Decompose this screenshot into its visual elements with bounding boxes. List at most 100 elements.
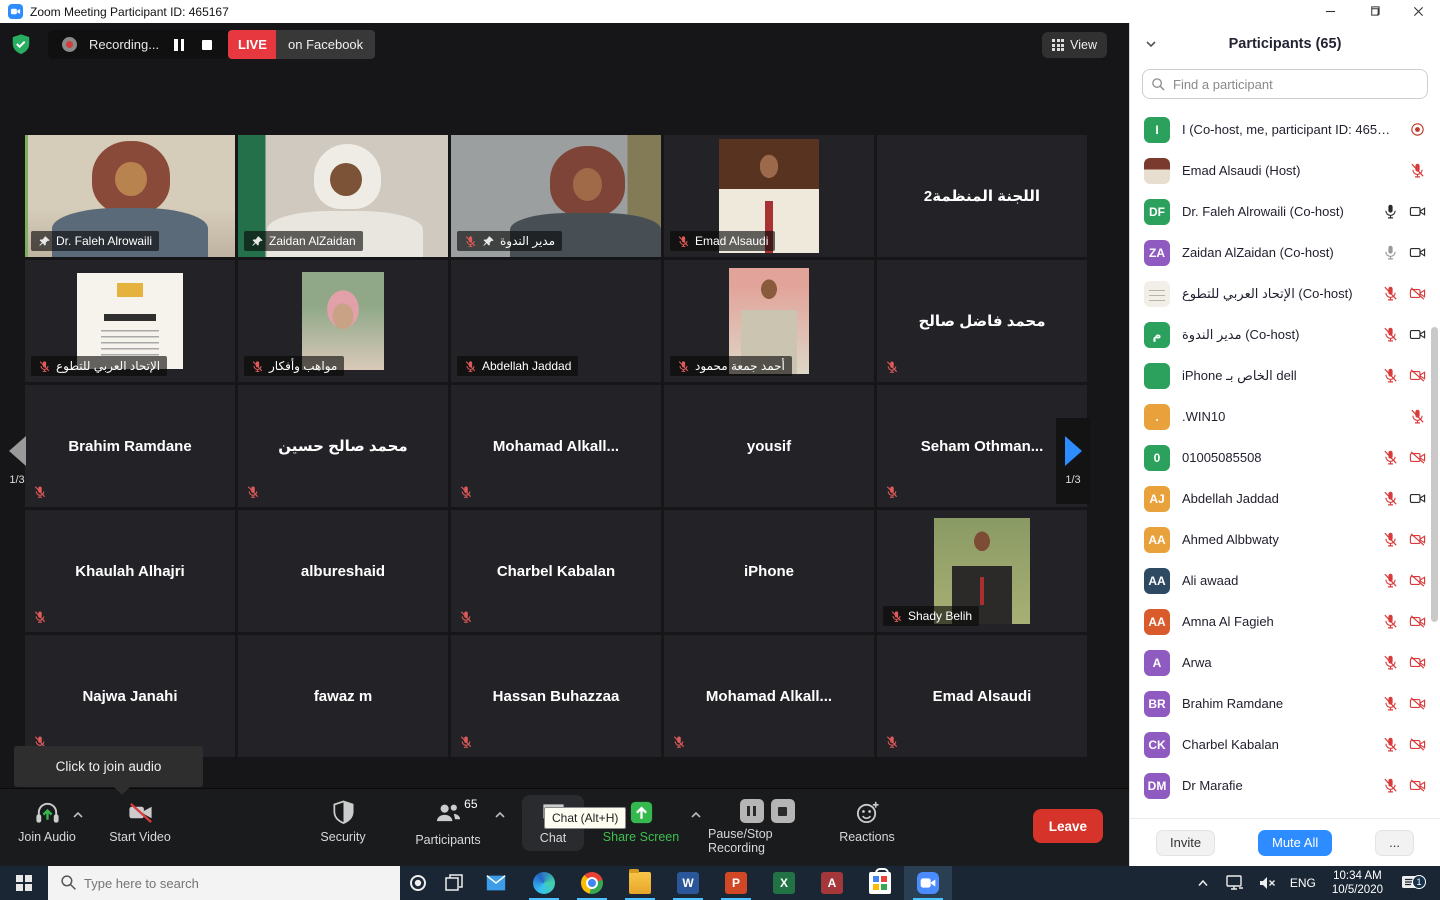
mail-taskbar-icon[interactable] (472, 866, 520, 900)
start-button[interactable] (0, 866, 48, 900)
participant-row[interactable]: I I (Co-host, me, participant ID: 465167… (1130, 109, 1440, 150)
video-tile[interactable]: Brahim Ramdane (25, 385, 235, 507)
stop-recording-icon[interactable] (771, 799, 795, 823)
video-tile[interactable]: اللجنة المنظمة2 (877, 135, 1087, 257)
stop-recording-icon[interactable] (199, 37, 215, 53)
cortana-icon[interactable] (400, 866, 436, 900)
mute-all-button[interactable]: Mute All (1258, 830, 1332, 856)
participants-options-chevron[interactable] (494, 811, 506, 819)
powerpoint-taskbar-icon[interactable]: P (712, 866, 760, 900)
leave-button[interactable]: Leave (1033, 809, 1103, 843)
zoom-taskbar-icon[interactable] (904, 866, 952, 900)
video-tile[interactable]: Hassan Buhazzaa (451, 635, 661, 757)
access-icon: A (821, 872, 843, 894)
participant-row[interactable]: iPhone الخاص بـ dell (1130, 355, 1440, 396)
store-taskbar-icon[interactable] (856, 866, 904, 900)
participant-face (115, 162, 147, 196)
video-tile[interactable]: الإتحاد العربي للتطوع (25, 260, 235, 382)
pause-recording-icon[interactable] (740, 799, 764, 823)
video-tile[interactable]: yousif (664, 385, 874, 507)
participant-row[interactable]: ZA Zaidan AlZaidan (Co-host) (1130, 232, 1440, 273)
video-tile[interactable]: Mohamad Alkall... (451, 385, 661, 507)
excel-taskbar-icon[interactable]: X (760, 866, 808, 900)
participant-row[interactable]: AJ Abdellah Jaddad (1130, 478, 1440, 519)
participant-row[interactable]: CK Charbel Kabalan (1130, 724, 1440, 765)
mic-muted-icon (1382, 613, 1399, 630)
collapse-panel-chevron-icon[interactable] (1144, 37, 1158, 51)
participant-row[interactable]: Emad Alsaudi (Host) (1130, 150, 1440, 191)
access-taskbar-icon[interactable]: A (808, 866, 856, 900)
taskbar-search-input[interactable] (48, 866, 400, 900)
avatar (1144, 158, 1170, 184)
participant-row[interactable]: AA Amna Al Fagieh (1130, 601, 1440, 642)
video-tile[interactable]: Emad Alsaudi (877, 635, 1087, 757)
minimize-icon[interactable] (1308, 0, 1352, 23)
participants-button[interactable]: 65 Participants (408, 799, 488, 847)
previous-page-arrow[interactable]: 1/3 (0, 418, 34, 504)
explorer-taskbar-icon[interactable] (616, 866, 664, 900)
invite-button[interactable]: Invite (1156, 830, 1215, 856)
reactions-button[interactable]: Reactions (834, 799, 900, 844)
video-tile[interactable]: Charbel Kabalan (451, 510, 661, 632)
scrollbar-thumb[interactable] (1431, 327, 1438, 622)
pause-stop-recording-button[interactable]: Pause/Stop Recording (708, 799, 826, 855)
video-tile[interactable]: fawaz m (238, 635, 448, 757)
avatar: DM (1144, 773, 1170, 799)
participant-list[interactable]: I I (Co-host, me, participant ID: 465167… (1130, 109, 1440, 818)
video-tile[interactable]: albureshaid (238, 510, 448, 632)
next-page-arrow[interactable]: 1/3 (1056, 418, 1090, 504)
audio-options-chevron[interactable] (72, 811, 84, 819)
participant-row[interactable]: AA Ahmed Albbwaty (1130, 519, 1440, 560)
pause-recording-icon[interactable] (171, 37, 187, 53)
muted-mic-indicator (885, 735, 899, 749)
system-tray: ENG 10:34 AM 10/5/2020 1 (1188, 866, 1440, 900)
volume-muted-icon[interactable] (1252, 875, 1282, 891)
participant-row[interactable]: AA Ali awaad (1130, 560, 1440, 601)
chrome-taskbar-icon[interactable] (568, 866, 616, 900)
share-options-chevron[interactable] (690, 811, 702, 819)
join-audio-button[interactable]: Join Audio (14, 799, 80, 844)
participant-row[interactable]: BR Brahim Ramdane (1130, 683, 1440, 724)
show-hidden-icons-chevron[interactable] (1188, 879, 1218, 887)
video-tile[interactable]: Shady Belih (877, 510, 1087, 632)
taskbar-search[interactable] (48, 866, 400, 900)
participant-row[interactable]: A Arwa (1130, 642, 1440, 683)
video-tile[interactable]: Mohamad Alkall... (664, 635, 874, 757)
language-indicator[interactable]: ENG (1284, 876, 1322, 890)
video-tile[interactable]: Zaidan AlZaidan (238, 135, 448, 257)
muted-mic-icon (885, 360, 899, 374)
video-tile[interactable]: أحمد جمعة محمود (664, 260, 874, 382)
start-video-button[interactable]: Start Video (102, 799, 178, 844)
participant-row[interactable]: DF Dr. Faleh Alrowaili (Co-host) (1130, 191, 1440, 232)
video-tile[interactable]: Emad Alsaudi (664, 135, 874, 257)
video-tile[interactable]: Dr. Faleh Alrowaili (25, 135, 235, 257)
avatar: AA (1144, 527, 1170, 553)
action-center-icon[interactable]: 1 (1393, 875, 1427, 891)
video-tile[interactable]: Abdellah Jaddad (451, 260, 661, 382)
encryption-shield-icon[interactable] (10, 33, 32, 55)
participant-row[interactable]: DM Dr Marafie (1130, 765, 1440, 806)
video-tile[interactable]: مواهب وأفكار (238, 260, 448, 382)
maximize-icon[interactable] (1352, 0, 1396, 23)
task-view-icon[interactable] (436, 866, 472, 900)
security-button[interactable]: Security (310, 799, 376, 844)
search-input[interactable] (1142, 69, 1428, 99)
video-tile[interactable]: محمد فاضل صالح (877, 260, 1087, 382)
video-tile[interactable]: Khaulah Alhajri (25, 510, 235, 632)
view-button[interactable]: View (1042, 32, 1107, 58)
more-options-button[interactable]: ... (1375, 830, 1414, 856)
video-tile[interactable]: iPhone (664, 510, 874, 632)
network-icon[interactable] (1220, 875, 1250, 891)
muted-mic-icon (33, 610, 47, 624)
participant-row[interactable]: . .WIN10 (1130, 396, 1440, 437)
edge-taskbar-icon[interactable] (520, 866, 568, 900)
word-taskbar-icon[interactable]: W (664, 866, 712, 900)
taskbar-clock[interactable]: 10:34 AM 10/5/2020 (1324, 869, 1391, 897)
participant-row[interactable]: م مدير الندوة (Co-host) (1130, 314, 1440, 355)
video-tile[interactable]: مدير الندوة (451, 135, 661, 257)
close-icon[interactable] (1396, 0, 1440, 23)
video-tile[interactable]: محمد صالح حسين (238, 385, 448, 507)
participant-row[interactable]: 0 01005085508 (1130, 437, 1440, 478)
video-tile[interactable]: Najwa Janahi (25, 635, 235, 757)
participant-row[interactable]: الإتحاد العربي للتطوع (Co-host) (1130, 273, 1440, 314)
